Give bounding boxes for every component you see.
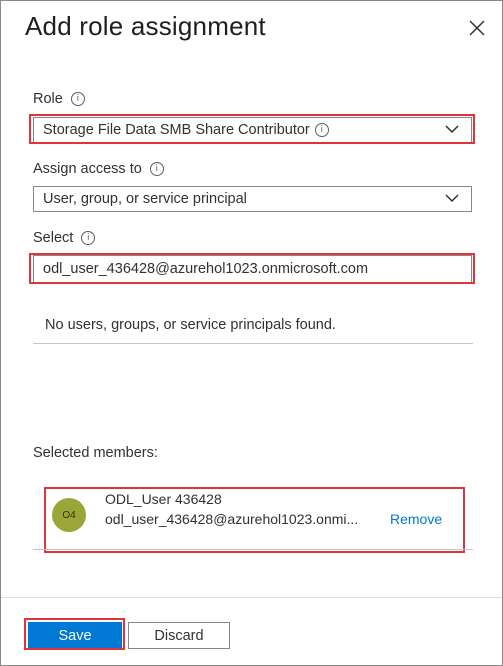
chevron-down-icon	[445, 125, 459, 134]
role-label-row: Role i	[33, 91, 85, 107]
save-button[interactable]: Save	[28, 622, 122, 649]
select-label-row: Select i	[33, 230, 96, 246]
role-dropdown-value: Storage File Data SMB Share Contributor	[43, 122, 310, 138]
members-divider	[33, 549, 473, 550]
info-icon[interactable]: i	[70, 92, 85, 106]
assign-access-label-row: Assign access to i	[33, 161, 164, 177]
avatar: O4	[52, 498, 86, 532]
discard-button[interactable]: Discard	[128, 622, 230, 649]
footer-divider	[1, 597, 502, 598]
info-icon[interactable]: i	[314, 123, 329, 137]
select-label: Select	[33, 230, 74, 246]
select-search-value: odl_user_436428@azurehol1023.onmicrosoft…	[43, 261, 369, 277]
results-divider	[33, 343, 473, 344]
role-dropdown[interactable]: Storage File Data SMB Share Contributor …	[33, 117, 472, 143]
select-search-input[interactable]: odl_user_436428@azurehol1023.onmicrosoft…	[33, 255, 472, 283]
chevron-down-icon	[445, 194, 459, 203]
info-icon[interactable]: i	[81, 231, 96, 245]
assign-access-label: Assign access to	[33, 161, 142, 177]
info-icon[interactable]: i	[149, 162, 164, 176]
selected-members-label: Selected members:	[33, 445, 158, 461]
close-icon[interactable]	[466, 17, 488, 39]
role-label: Role	[33, 91, 63, 107]
member-email: odl_user_436428@azurehol1023.onmi...	[105, 511, 359, 527]
remove-member-link[interactable]: Remove	[390, 511, 442, 527]
add-role-assignment-panel: Add role assignment Role i Storage File …	[0, 0, 503, 666]
selected-member-item: O4 ODL_User 436428 odl_user_436428@azure…	[47, 488, 463, 551]
assign-access-dropdown-value: User, group, or service principal	[43, 191, 247, 207]
empty-results-message: No users, groups, or service principals …	[45, 317, 336, 333]
member-name: ODL_User 436428	[105, 491, 222, 507]
assign-access-dropdown[interactable]: User, group, or service principal	[33, 186, 472, 212]
panel-title: Add role assignment	[25, 11, 266, 41]
